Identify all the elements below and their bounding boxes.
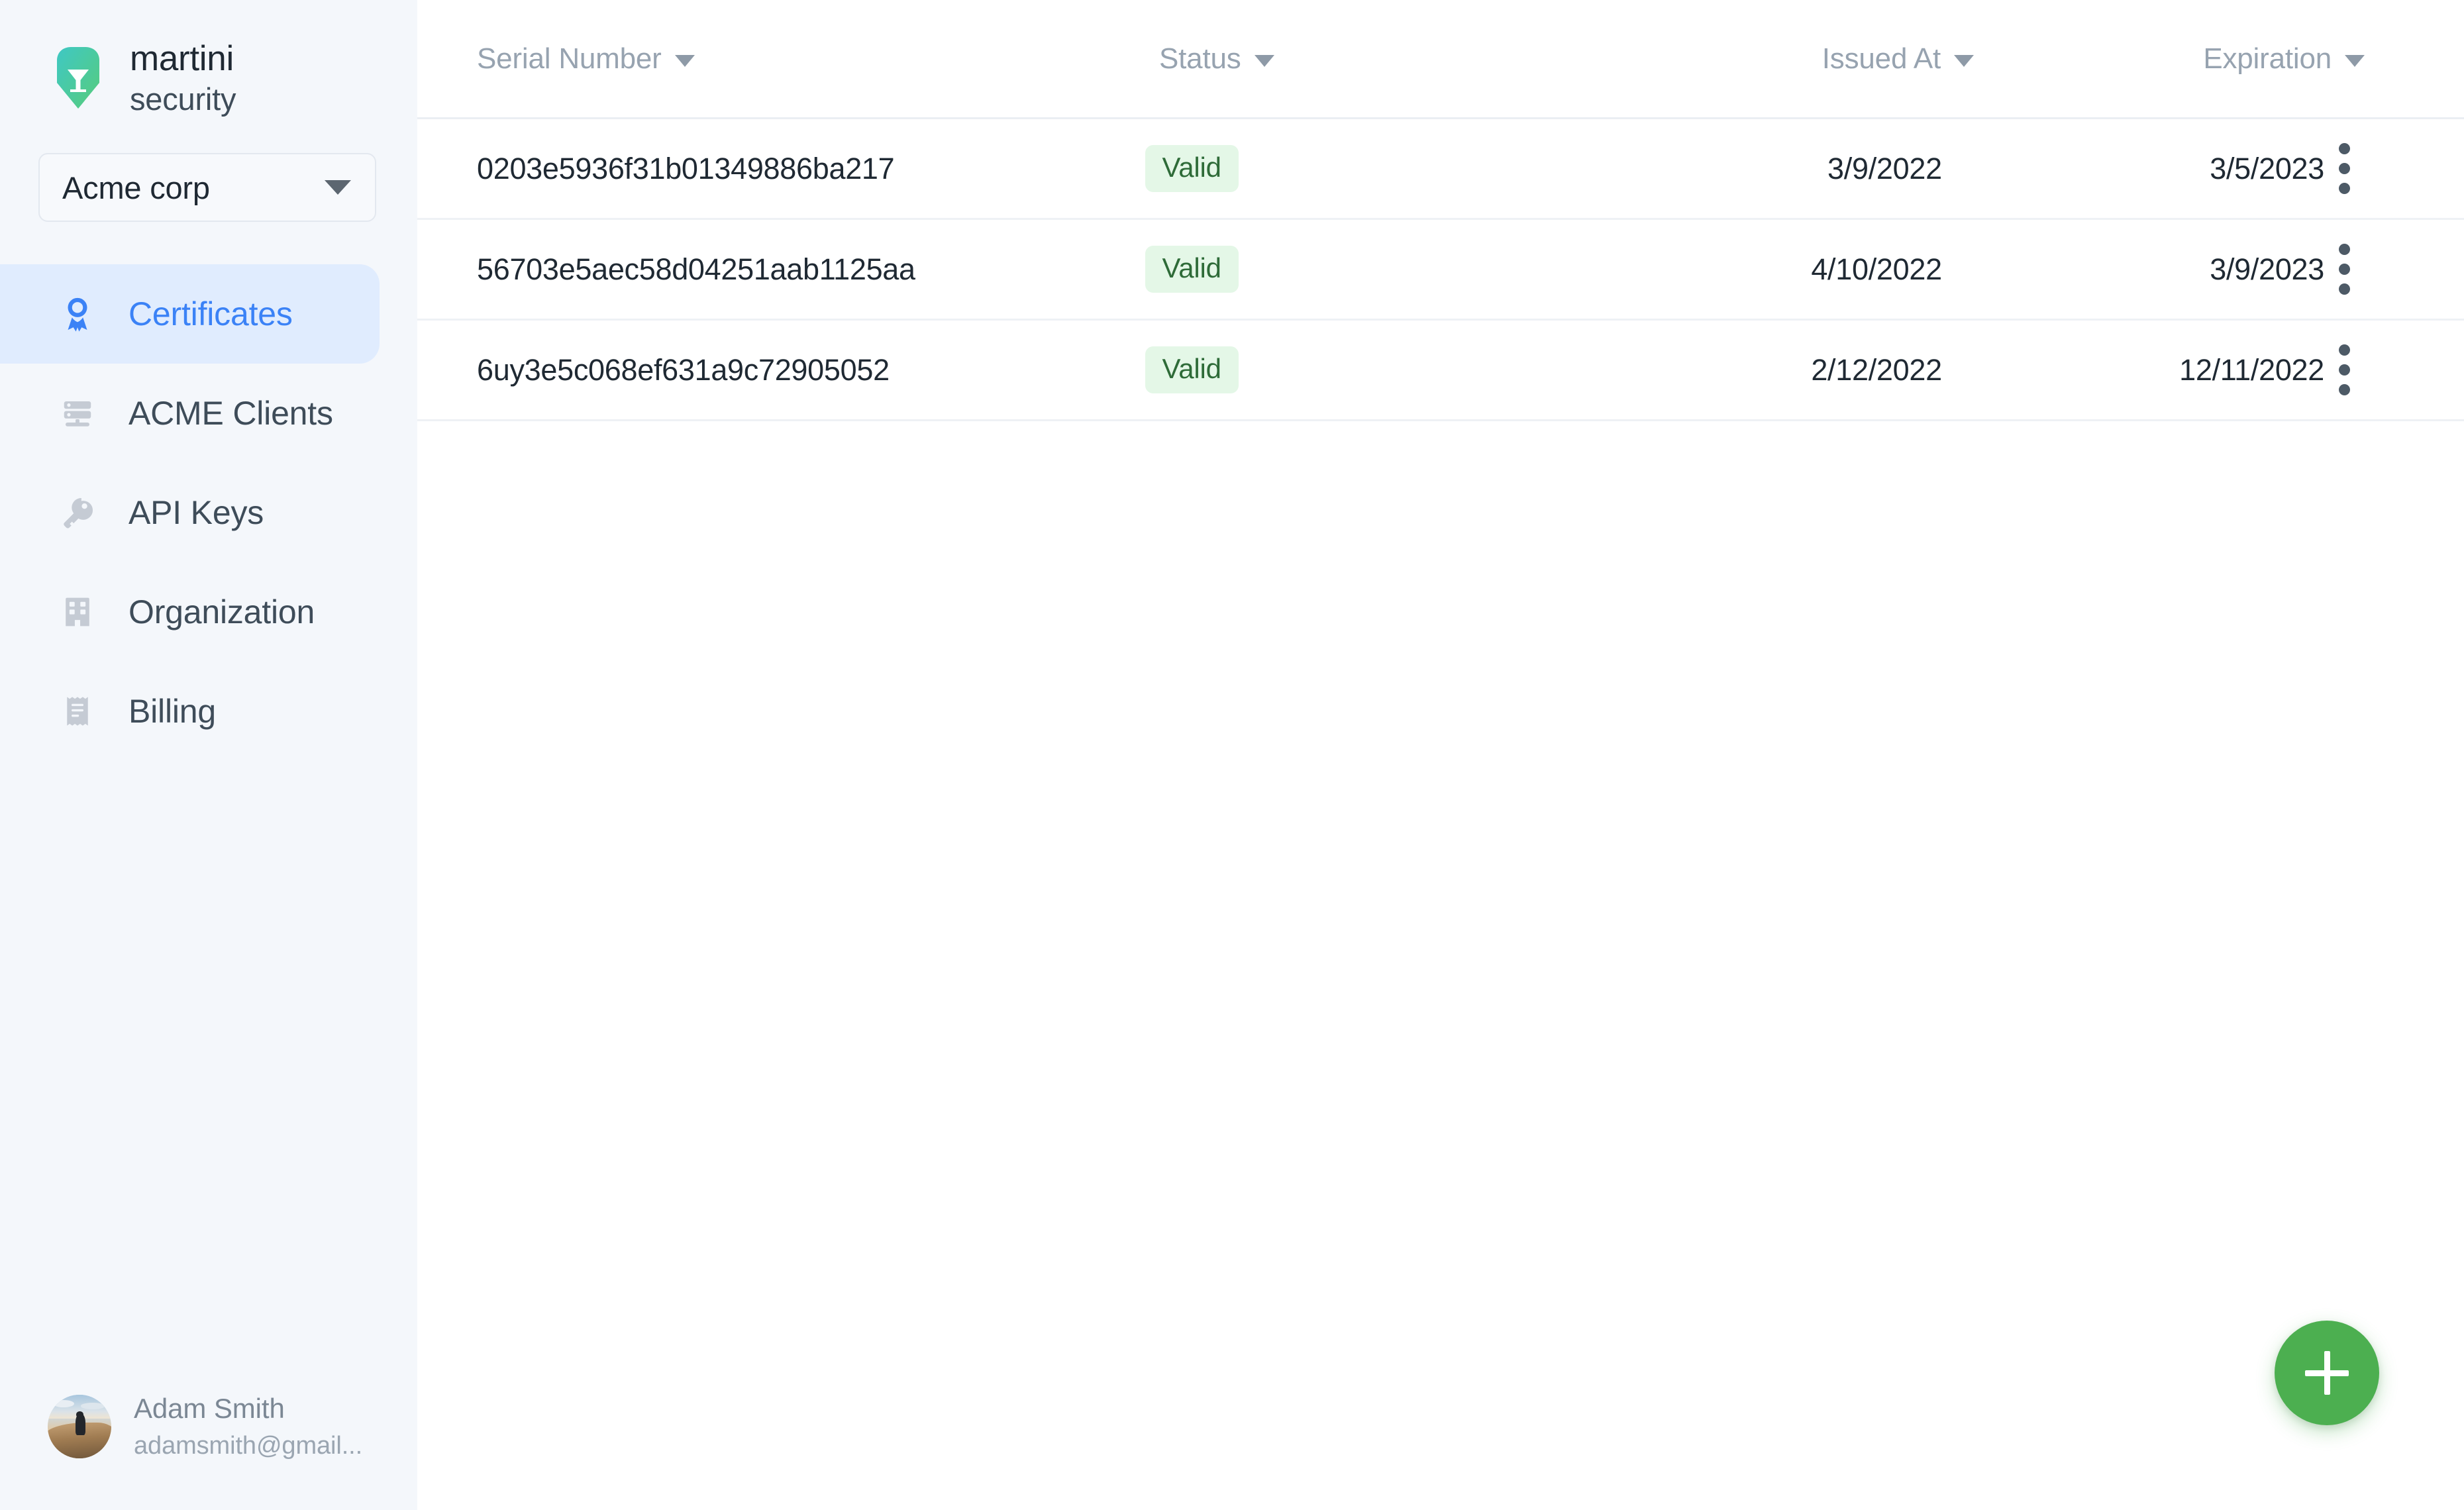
sidebar-item-api-keys[interactable]: API Keys xyxy=(0,463,417,562)
table-row[interactable]: 6uy3e5c068ef631a9c72905052 Valid 2/12/20… xyxy=(417,321,2464,421)
building-icon xyxy=(57,591,98,632)
column-header-label: Issued At xyxy=(1822,42,1941,75)
certificates-table: Serial Number Status Issued At Expiratio… xyxy=(417,0,2464,421)
cell-issued-at: 2/12/2022 xyxy=(1811,352,1942,387)
cell-status: Valid xyxy=(1119,246,1547,293)
chevron-down-icon xyxy=(325,180,351,195)
org-selector-value: Acme corp xyxy=(62,170,210,205)
column-header-label: Serial Number xyxy=(477,42,662,75)
kebab-menu-icon[interactable] xyxy=(2324,234,2365,304)
cell-expiration: 3/9/2023 xyxy=(2210,252,2325,286)
sort-caret-down-icon xyxy=(1954,54,1974,67)
sidebar-item-label: ACME Clients xyxy=(128,395,333,432)
main-content: Serial Number Status Issued At Expiratio… xyxy=(417,0,2464,1510)
status-badge: Valid xyxy=(1145,145,1239,192)
user-meta: Adam Smith adamsmith@gmail... xyxy=(134,1393,363,1460)
sort-caret-down-icon xyxy=(674,54,695,67)
sidebar-item-acme-clients[interactable]: ACME Clients xyxy=(0,364,417,463)
sidebar-item-label: Organization xyxy=(128,593,315,630)
cell-actions xyxy=(2324,335,2464,405)
sidebar-item-organization[interactable]: Organization xyxy=(0,562,417,662)
sort-caret-down-icon xyxy=(1254,54,1274,67)
cell-issued-at: 3/9/2022 xyxy=(1827,151,1942,185)
column-header-status[interactable]: Status xyxy=(1133,42,1570,76)
cell-expiration: 3/5/2023 xyxy=(2210,151,2325,185)
key-icon xyxy=(57,492,98,533)
avatar xyxy=(48,1395,111,1458)
status-badge: Valid xyxy=(1145,246,1239,293)
table-row[interactable]: 56703e5aec58d04251aab1125aa Valid 4/10/2… xyxy=(417,220,2464,321)
status-badge: Valid xyxy=(1145,346,1239,393)
cell-status: Valid xyxy=(1119,346,1547,393)
kebab-menu-icon[interactable] xyxy=(2324,335,2365,405)
brand-text: martini security xyxy=(130,41,236,115)
martini-glass-shield-logo-icon xyxy=(49,46,107,111)
cell-actions xyxy=(2324,134,2464,203)
add-certificate-button[interactable] xyxy=(2275,1321,2379,1425)
cell-serial-number: 56703e5aec58d04251aab1125aa xyxy=(477,252,915,286)
cell-expiration: 12/11/2022 xyxy=(2179,352,2325,387)
column-header-expiration[interactable]: Expiration xyxy=(1974,42,2365,76)
table-header-row: Serial Number Status Issued At Expiratio… xyxy=(417,0,2464,119)
cell-serial-number: 6uy3e5c068ef631a9c72905052 xyxy=(477,352,890,387)
brand-tagline: security xyxy=(130,81,236,117)
column-header-label: Status xyxy=(1159,42,1241,75)
cell-serial-number: 0203e5936f31b01349886ba217 xyxy=(477,151,895,185)
sidebar-item-label: Certificates xyxy=(128,295,293,332)
sidebar-nav: Certificates ACME Clients API Keys Organ… xyxy=(0,264,417,761)
cell-issued-at: 4/10/2022 xyxy=(1811,252,1942,286)
sidebar-item-label: Billing xyxy=(128,693,216,730)
brand-name: martini xyxy=(130,39,234,78)
kebab-menu-icon[interactable] xyxy=(2324,134,2365,203)
user-email: adamsmith@gmail... xyxy=(134,1432,363,1460)
table-row[interactable]: 0203e5936f31b01349886ba217 Valid 3/9/202… xyxy=(417,119,2464,220)
sort-caret-down-icon xyxy=(2345,54,2365,67)
sidebar-item-label: API Keys xyxy=(128,494,264,531)
column-header-label: Expiration xyxy=(2203,42,2332,75)
server-rack-icon xyxy=(57,393,98,434)
column-header-issued-at[interactable]: Issued At xyxy=(1570,42,1974,76)
cell-actions xyxy=(2324,234,2464,304)
receipt-icon xyxy=(57,691,98,732)
org-selector[interactable]: Acme corp xyxy=(38,153,376,222)
certificate-ribbon-icon xyxy=(57,293,98,334)
sidebar-item-certificates[interactable]: Certificates xyxy=(0,264,380,364)
sidebar-item-billing[interactable]: Billing xyxy=(0,662,417,761)
column-header-serial-number[interactable]: Serial Number xyxy=(417,42,1133,76)
app-root: martini security Acme corp Certificates xyxy=(0,0,2464,1510)
user-profile[interactable]: Adam Smith adamsmith@gmail... xyxy=(48,1395,362,1458)
brand-logo-block: martini security xyxy=(0,0,417,115)
sidebar: martini security Acme corp Certificates xyxy=(0,0,417,1510)
user-name: Adam Smith xyxy=(134,1393,285,1424)
cell-status: Valid xyxy=(1119,145,1547,192)
